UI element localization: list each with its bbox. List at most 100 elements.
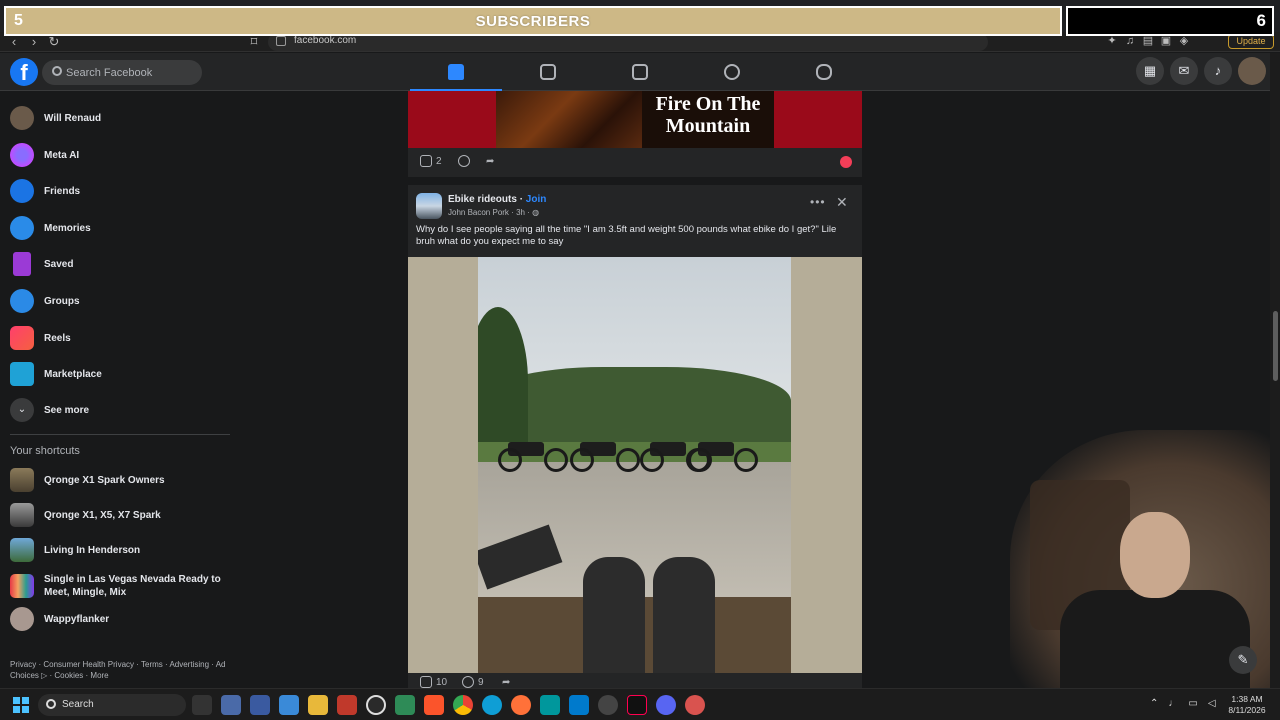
notifications-button[interactable]: ♪ <box>1204 57 1232 85</box>
tab-video[interactable] <box>502 53 594 91</box>
app-icon[interactable] <box>366 695 386 715</box>
firefox-icon[interactable] <box>511 695 531 715</box>
sidebar-item-label: Memories <box>44 222 91 234</box>
like-button[interactable]: 10 <box>420 675 447 688</box>
scroll-thumb[interactable] <box>1273 311 1278 381</box>
left-sidebar: Will Renaud Meta AI Friends Memories Sav… <box>0 92 240 688</box>
windows-icon <box>13 697 20 704</box>
microphone-icon[interactable]: ♩ <box>1168 698 1178 709</box>
shortcuts-heading: Your shortcuts <box>10 445 80 457</box>
taskbar-search[interactable]: Search <box>38 694 186 716</box>
vpn-icon[interactable]: ◈ <box>1177 34 1191 48</box>
app-icon[interactable] <box>192 695 212 715</box>
share-button[interactable]: ➦ <box>486 154 494 170</box>
tab-groups[interactable] <box>686 53 778 91</box>
search-input[interactable] <box>66 64 196 81</box>
chevron-up-icon[interactable]: ⌃ <box>1150 698 1158 709</box>
comment-button[interactable]: 9 <box>462 675 484 688</box>
brave-icon[interactable] <box>424 695 444 715</box>
groups-icon <box>724 64 740 80</box>
sidebar-item-marketplace[interactable]: Marketplace <box>8 358 230 390</box>
sidebar-item-label: Will Renaud <box>44 112 102 124</box>
facebook-logo[interactable]: f <box>10 58 38 86</box>
like-count: 10 <box>436 677 448 688</box>
app-icon[interactable] <box>279 695 299 715</box>
tab-home[interactable] <box>410 53 502 92</box>
edge-icon[interactable] <box>482 695 502 715</box>
post-media[interactable] <box>408 257 862 673</box>
join-button[interactable]: Join <box>526 194 547 205</box>
sidebar-item-groups[interactable]: Groups <box>8 285 230 317</box>
more-options-icon[interactable]: ••• <box>810 195 826 209</box>
app-icon[interactable] <box>395 695 415 715</box>
shortcut-item[interactable]: Wappyflanker <box>8 603 230 635</box>
tab-gaming[interactable] <box>778 53 870 91</box>
like-button[interactable]: 2 <box>420 154 442 170</box>
vscode-icon[interactable] <box>569 695 589 715</box>
extensions-icon[interactable]: ✦ <box>1105 34 1119 48</box>
tab-marketplace[interactable] <box>594 53 686 91</box>
app-icon[interactable] <box>250 695 270 715</box>
shortcut-item[interactable]: Qronge X1 Spark Owners <box>8 464 230 496</box>
volume-icon[interactable]: ◁ <box>1208 698 1216 709</box>
shortcut-item[interactable]: Qronge X1, X5, X7 Spark <box>8 499 230 531</box>
heart-reaction-icon[interactable] <box>840 156 852 168</box>
media-icon[interactable]: ♫ <box>1123 34 1137 48</box>
taskbar-clock[interactable]: 1:38 AM 8/11/2026 <box>1222 694 1272 716</box>
meta-ai-icon <box>10 143 34 167</box>
shortcut-item[interactable]: Living In Henderson <box>8 534 230 566</box>
reload-icon[interactable]: ↻ <box>46 34 62 50</box>
post-photo <box>478 257 791 673</box>
header-actions: ▦ ✉ ♪ <box>1136 57 1266 85</box>
start-button[interactable] <box>13 697 29 713</box>
sidebar-item-reels[interactable]: Reels <box>8 322 230 354</box>
account-avatar[interactable] <box>1238 57 1266 85</box>
url-text: facebook.com <box>294 35 357 46</box>
messenger-icon: ✉ <box>1178 63 1190 78</box>
windows-taskbar: Search ⌃ ♩ ▭ ◁ 1:38 AM 8/11/2026 <box>0 688 1280 720</box>
discord-icon[interactable] <box>656 695 676 715</box>
tiktok-icon[interactable] <box>627 695 647 715</box>
forward-icon[interactable]: › <box>26 34 42 50</box>
sidebar-item-friends[interactable]: Friends <box>8 175 230 207</box>
app-icon[interactable] <box>337 695 357 715</box>
post-text: Why do I see people saying all the time … <box>416 224 837 247</box>
menu-grid-button[interactable]: ▦ <box>1136 57 1164 85</box>
group-thumbnail <box>10 574 34 598</box>
app-icon[interactable] <box>598 695 618 715</box>
back-icon[interactable]: ‹ <box>6 34 22 50</box>
new-message-button[interactable]: ✎ <box>1229 646 1257 674</box>
close-icon[interactable]: ✕ <box>836 194 848 211</box>
sidebar-icon[interactable]: ▤ <box>1141 34 1155 48</box>
sidebar-item-see-more[interactable]: ⌄ See more <box>8 394 230 426</box>
app-icon[interactable] <box>540 695 560 715</box>
group-name-link[interactable]: Ebike rideouts <box>448 194 517 205</box>
wallet-icon[interactable]: ▣ <box>1159 34 1173 48</box>
folder-icon[interactable] <box>308 695 328 715</box>
chrome-icon[interactable] <box>453 695 473 715</box>
update-button[interactable]: Update <box>1228 34 1274 49</box>
search-box[interactable] <box>42 60 202 85</box>
bell-icon: ♪ <box>1214 63 1222 78</box>
page-scrollbar[interactable] <box>1270 53 1280 688</box>
app-icon[interactable] <box>221 695 241 715</box>
share-button[interactable]: ➦ <box>502 675 510 688</box>
network-icon[interactable]: ▭ <box>1188 698 1197 709</box>
sidebar-item-saved[interactable]: Saved <box>8 248 230 280</box>
group-thumbnail <box>10 538 34 562</box>
bookmark-icon[interactable]: ⌑ <box>246 34 262 50</box>
app-icon[interactable] <box>685 695 705 715</box>
shortcut-item[interactable]: Single in Las Vegas Nevada Ready to Meet… <box>8 568 230 604</box>
post-time[interactable]: 3h <box>516 208 525 217</box>
subscriber-count: 6 <box>1256 11 1266 30</box>
author-link[interactable]: John Bacon Pork <box>448 208 509 217</box>
sidebar-item-meta-ai[interactable]: Meta AI <box>8 139 230 171</box>
sidebar-item-profile[interactable]: Will Renaud <box>8 102 230 134</box>
site-info-icon[interactable] <box>276 36 286 46</box>
comment-button[interactable] <box>458 154 474 170</box>
messenger-button[interactable]: ✉ <box>1170 57 1198 85</box>
sidebar-item-memories[interactable]: Memories <box>8 212 230 244</box>
group-avatar[interactable] <box>416 193 442 219</box>
post-image[interactable]: Fire On The Mountain <box>408 91 862 148</box>
footer-links[interactable]: Privacy · Consumer Health Privacy · Term… <box>10 659 235 681</box>
